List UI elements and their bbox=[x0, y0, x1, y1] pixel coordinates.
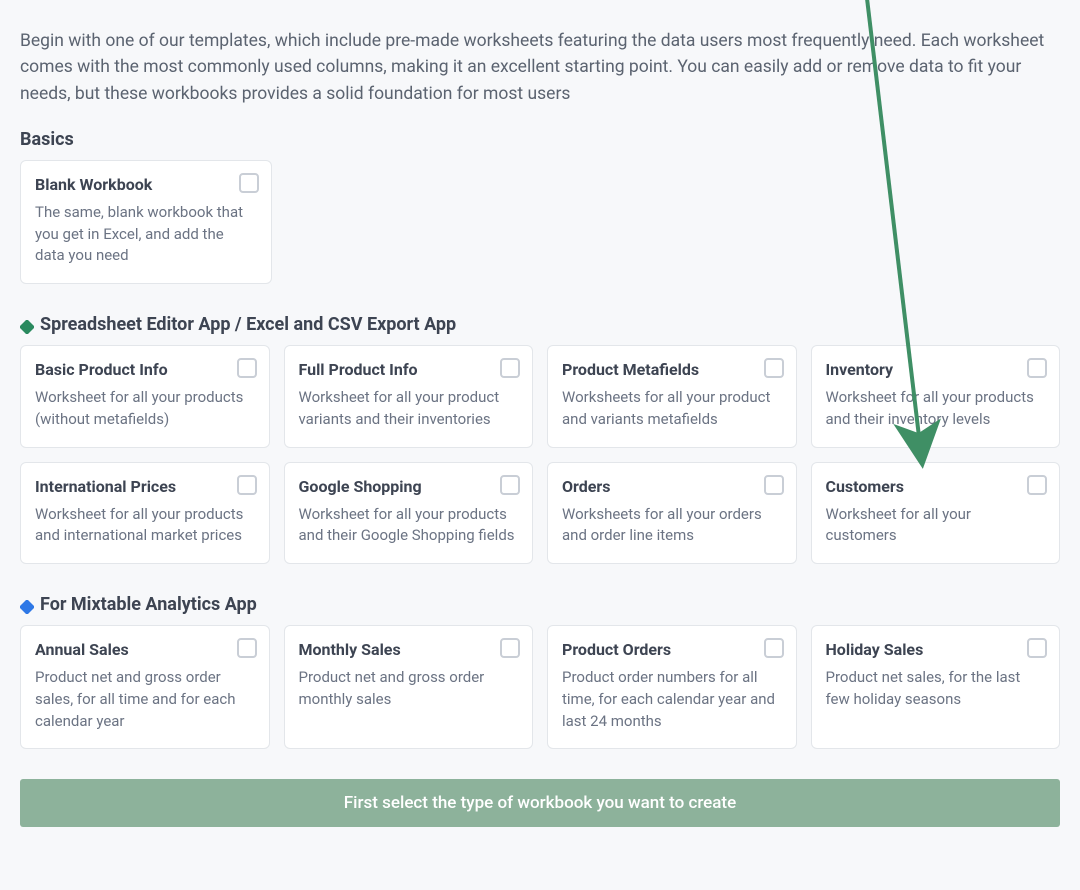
card-title: Customers bbox=[826, 477, 1046, 496]
card-title: Basic Product Info bbox=[35, 360, 255, 379]
diamond-icon bbox=[20, 598, 34, 612]
checkbox-icon[interactable] bbox=[237, 638, 257, 658]
card-title: Inventory bbox=[826, 360, 1046, 379]
footer-instruction: First select the type of workbook you wa… bbox=[20, 779, 1060, 827]
card-google-shopping[interactable]: Google Shopping Worksheet for all your p… bbox=[284, 462, 534, 565]
checkbox-icon[interactable] bbox=[500, 358, 520, 378]
card-title: Monthly Sales bbox=[299, 640, 519, 659]
section-editor: Spreadsheet Editor App / Excel and CSV E… bbox=[20, 314, 1060, 564]
heading-analytics-label: For Mixtable Analytics App bbox=[40, 594, 257, 615]
card-orders[interactable]: Orders Worksheets for all your orders an… bbox=[547, 462, 797, 565]
card-desc: Product net sales, for the last few holi… bbox=[826, 667, 1046, 711]
card-basic-product-info[interactable]: Basic Product Info Worksheet for all you… bbox=[20, 345, 270, 448]
card-title: Blank Workbook bbox=[35, 175, 257, 194]
card-inventory[interactable]: Inventory Worksheet for all your product… bbox=[811, 345, 1061, 448]
checkbox-icon[interactable] bbox=[764, 475, 784, 495]
card-title: Google Shopping bbox=[299, 477, 519, 496]
heading-editor: Spreadsheet Editor App / Excel and CSV E… bbox=[20, 314, 1060, 335]
card-product-orders[interactable]: Product Orders Product order numbers for… bbox=[547, 625, 797, 749]
card-title: Product Orders bbox=[562, 640, 782, 659]
card-desc: Worksheets for all your orders and order… bbox=[562, 504, 782, 548]
checkbox-icon[interactable] bbox=[500, 638, 520, 658]
card-desc: Worksheet for all your product variants … bbox=[299, 387, 519, 431]
card-holiday-sales[interactable]: Holiday Sales Product net sales, for the… bbox=[811, 625, 1061, 749]
card-desc: Worksheet for all your products (without… bbox=[35, 387, 255, 431]
card-desc: Worksheet for all your products and thei… bbox=[299, 504, 519, 548]
card-desc: Product net and gross order monthly sale… bbox=[299, 667, 519, 711]
card-desc: Worksheet for all your products and thei… bbox=[826, 387, 1046, 431]
card-product-metafields[interactable]: Product Metafields Worksheets for all yo… bbox=[547, 345, 797, 448]
checkbox-icon[interactable] bbox=[1027, 358, 1047, 378]
card-title: International Prices bbox=[35, 477, 255, 496]
diamond-icon bbox=[20, 318, 34, 332]
card-full-product-info[interactable]: Full Product Info Worksheet for all your… bbox=[284, 345, 534, 448]
section-basics: Basics Blank Workbook The same, blank wo… bbox=[20, 129, 1060, 284]
heading-basics: Basics bbox=[20, 129, 1060, 150]
section-analytics: For Mixtable Analytics App Annual Sales … bbox=[20, 594, 1060, 749]
card-annual-sales[interactable]: Annual Sales Product net and gross order… bbox=[20, 625, 270, 749]
checkbox-icon[interactable] bbox=[500, 475, 520, 495]
heading-editor-label: Spreadsheet Editor App / Excel and CSV E… bbox=[40, 314, 456, 335]
checkbox-icon[interactable] bbox=[764, 638, 784, 658]
heading-basics-label: Basics bbox=[20, 129, 74, 150]
card-desc: Worksheet for all your products and inte… bbox=[35, 504, 255, 548]
checkbox-icon[interactable] bbox=[237, 475, 257, 495]
card-title: Annual Sales bbox=[35, 640, 255, 659]
card-monthly-sales[interactable]: Monthly Sales Product net and gross orde… bbox=[284, 625, 534, 749]
card-title: Product Metafields bbox=[562, 360, 782, 379]
card-desc: Worksheet for all your customers bbox=[826, 504, 1046, 548]
checkbox-icon[interactable] bbox=[237, 358, 257, 378]
card-title: Holiday Sales bbox=[826, 640, 1046, 659]
card-title: Full Product Info bbox=[299, 360, 519, 379]
heading-analytics: For Mixtable Analytics App bbox=[20, 594, 1060, 615]
card-desc: Product order numbers for all time, for … bbox=[562, 667, 782, 732]
card-customers[interactable]: Customers Worksheet for all your custome… bbox=[811, 462, 1061, 565]
card-desc: The same, blank workbook that you get in… bbox=[35, 202, 257, 267]
intro-text: Begin with one of our templates, which i… bbox=[20, 28, 1060, 107]
card-desc: Product net and gross order sales, for a… bbox=[35, 667, 255, 732]
card-desc: Worksheets for all your product and vari… bbox=[562, 387, 782, 431]
card-title: Orders bbox=[562, 477, 782, 496]
checkbox-icon[interactable] bbox=[764, 358, 784, 378]
card-blank-workbook[interactable]: Blank Workbook The same, blank workbook … bbox=[20, 160, 272, 284]
checkbox-icon[interactable] bbox=[1027, 638, 1047, 658]
checkbox-icon[interactable] bbox=[239, 173, 259, 193]
checkbox-icon[interactable] bbox=[1027, 475, 1047, 495]
card-international-prices[interactable]: International Prices Worksheet for all y… bbox=[20, 462, 270, 565]
